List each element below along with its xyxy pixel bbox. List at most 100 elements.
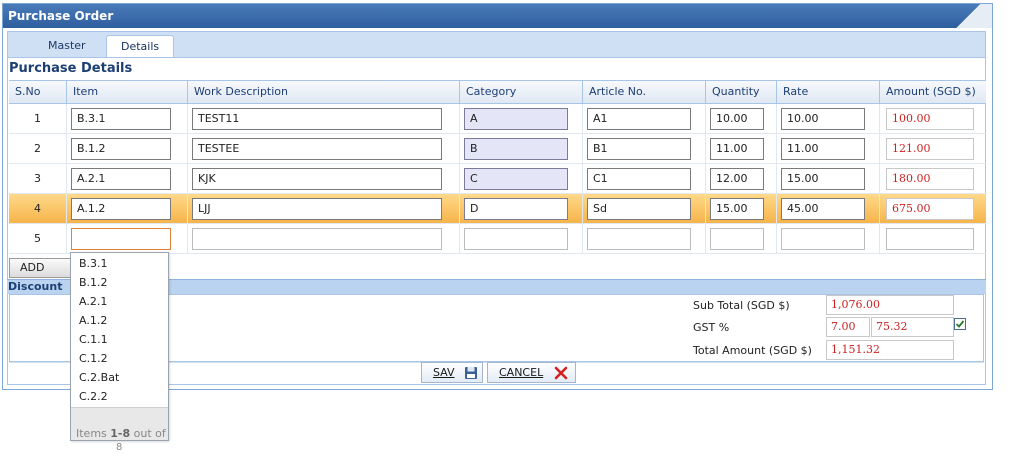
category-field[interactable]: C xyxy=(464,168,568,190)
table-row[interactable]: 3 A.2.1 KJK C C1 12.00 15.00 180.00 xyxy=(9,164,986,194)
column-header[interactable]: Amount (SGD $) xyxy=(879,81,986,103)
dropdown-option[interactable]: A.2.1 xyxy=(79,295,107,308)
column-header[interactable]: Rate xyxy=(776,81,879,103)
item-dropdown-list: B.3.1 B.1.2 A.2.1 A.1.2 C.1.1 C.1.2 C.2.Bat C.2… xyxy=(70,252,169,441)
cancel-button[interactable]: CANCEL xyxy=(487,362,576,383)
gst-label: GST % xyxy=(693,321,730,334)
column-header[interactable]: Work Description xyxy=(187,81,459,103)
rate-field[interactable]: 11.00 xyxy=(781,138,865,160)
dropdown-pager-text: Items 1-8 out of xyxy=(76,427,166,440)
work-description-field[interactable]: TEST11 xyxy=(192,108,442,130)
total-amount-field: 1,151.32 xyxy=(826,340,954,360)
article-no-field[interactable]: A1 xyxy=(587,108,691,130)
grid-cell: B.1.2 xyxy=(66,134,187,164)
gst-percent-field[interactable]: 7.00 xyxy=(826,317,870,337)
article-no-field[interactable]: B1 xyxy=(587,138,691,160)
article-no-field[interactable]: Sd xyxy=(587,198,691,220)
table-row[interactable]: 2 B.1.2 TESTEE B B1 11.00 11.00 121.00 xyxy=(9,134,986,164)
grid-cell xyxy=(459,224,582,254)
dropdown-option[interactable]: C.1.1 xyxy=(79,333,108,346)
amount-field xyxy=(886,228,974,250)
item-field[interactable]: A.2.1 xyxy=(71,168,171,190)
row-number: 2 xyxy=(34,142,41,155)
grid-cell: 10.00 xyxy=(705,104,776,134)
cancel-button-label: CANCEL xyxy=(499,366,544,379)
table-row[interactable]: 4 A.1.2 LJJ D Sd 15.00 45.00 675.00 xyxy=(9,194,986,224)
tab-master[interactable]: Master xyxy=(34,35,100,59)
category-field[interactable]: B xyxy=(464,138,568,160)
grid-cell: 12.00 xyxy=(705,164,776,194)
total-amount-label: Total Amount (SGD $) xyxy=(693,344,812,357)
table-row[interactable]: 5 xyxy=(9,224,986,254)
save-button[interactable]: SAV xyxy=(421,362,483,383)
dropdown-option[interactable]: B.3.1 xyxy=(79,257,108,270)
category-field[interactable]: A xyxy=(464,108,568,130)
gst-checkbox[interactable] xyxy=(954,318,966,330)
add-row-button[interactable]: ADD ROW xyxy=(9,258,73,278)
grid-body: 1 B.3.1 TEST11 A A1 10.00 10.00 100.00 2 B.1.2 TES… xyxy=(9,104,986,254)
work-description-field[interactable]: TESTEE xyxy=(192,138,442,160)
work-description-field[interactable]: LJJ xyxy=(192,198,442,220)
grid-cell xyxy=(582,224,705,254)
grid-header-row: S.No Item Work Description Category Article … xyxy=(9,80,986,104)
grid-cell: C1 xyxy=(582,164,705,194)
grid-cell: 180.00 xyxy=(879,164,986,194)
discount-label: Discount xyxy=(8,280,63,293)
quantity-field[interactable]: 15.00 xyxy=(710,198,764,220)
rate-field[interactable]: 45.00 xyxy=(781,198,865,220)
subtotal-label: Sub Total (SGD $) xyxy=(693,299,790,312)
row-number: 3 xyxy=(34,172,41,185)
row-number: 4 xyxy=(34,202,41,215)
item-field[interactable]: A.1.2 xyxy=(71,198,171,220)
grid-cell: 45.00 xyxy=(776,194,879,224)
grid-cell xyxy=(705,224,776,254)
quantity-field[interactable]: 12.00 xyxy=(710,168,764,190)
rate-field[interactable] xyxy=(781,228,865,250)
grid-cell: A xyxy=(459,104,582,134)
column-header[interactable]: Category xyxy=(459,81,582,103)
purchase-details-grid: S.No Item Work Description Category Article … xyxy=(9,80,986,254)
item-field[interactable] xyxy=(71,228,171,250)
grid-cell: A1 xyxy=(582,104,705,134)
rate-field[interactable]: 10.00 xyxy=(781,108,865,130)
row-number: 1 xyxy=(34,112,41,125)
grid-cell: 15.00 xyxy=(776,164,879,194)
rate-field[interactable]: 15.00 xyxy=(781,168,865,190)
grid-cell: LJJ xyxy=(187,194,459,224)
column-header[interactable]: Quantity xyxy=(705,81,776,103)
table-row[interactable]: 1 B.3.1 TEST11 A A1 10.00 10.00 100.00 xyxy=(9,104,986,134)
dropdown-option[interactable]: C.2.2 xyxy=(79,390,108,403)
window-title: Purchase Order xyxy=(8,9,114,23)
column-header[interactable]: Item xyxy=(66,81,187,103)
column-header[interactable]: S.No xyxy=(9,81,66,103)
dropdown-option[interactable]: B.1.2 xyxy=(79,276,108,289)
quantity-field[interactable]: 11.00 xyxy=(710,138,764,160)
grid-cell: 675.00 xyxy=(879,194,986,224)
item-field[interactable]: B.3.1 xyxy=(71,108,171,130)
dropdown-option[interactable]: C.1.2 xyxy=(79,352,108,365)
grid-cell: A.2.1 xyxy=(66,164,187,194)
title-bar: Purchase Order xyxy=(3,4,992,28)
quantity-field[interactable] xyxy=(710,228,764,250)
work-description-field[interactable] xyxy=(192,228,442,250)
dropdown-option[interactable]: A.1.2 xyxy=(79,314,107,327)
work-description-field[interactable]: KJK xyxy=(192,168,442,190)
section-title: Purchase Details xyxy=(9,61,133,76)
tab-details[interactable]: Details xyxy=(106,35,175,59)
subtotal-field: 1,076.00 xyxy=(826,295,954,315)
grid-cell: 121.00 xyxy=(879,134,986,164)
article-no-field[interactable] xyxy=(587,228,691,250)
article-no-field[interactable]: C1 xyxy=(587,168,691,190)
dropdown-pager: Items 1-8 out of xyxy=(71,407,168,440)
grid-cell: 10.00 xyxy=(776,104,879,134)
quantity-field[interactable]: 10.00 xyxy=(710,108,764,130)
close-icon xyxy=(554,366,568,380)
item-field[interactable]: B.1.2 xyxy=(71,138,171,160)
column-header[interactable]: Article No. xyxy=(582,81,705,103)
category-field[interactable]: D xyxy=(464,198,568,220)
amount-field: 675.00 xyxy=(886,198,974,220)
grid-cell: B1 xyxy=(582,134,705,164)
category-field[interactable] xyxy=(464,228,568,250)
grid-cell: 11.00 xyxy=(705,134,776,164)
dropdown-option[interactable]: C.2.Bat xyxy=(79,371,119,384)
